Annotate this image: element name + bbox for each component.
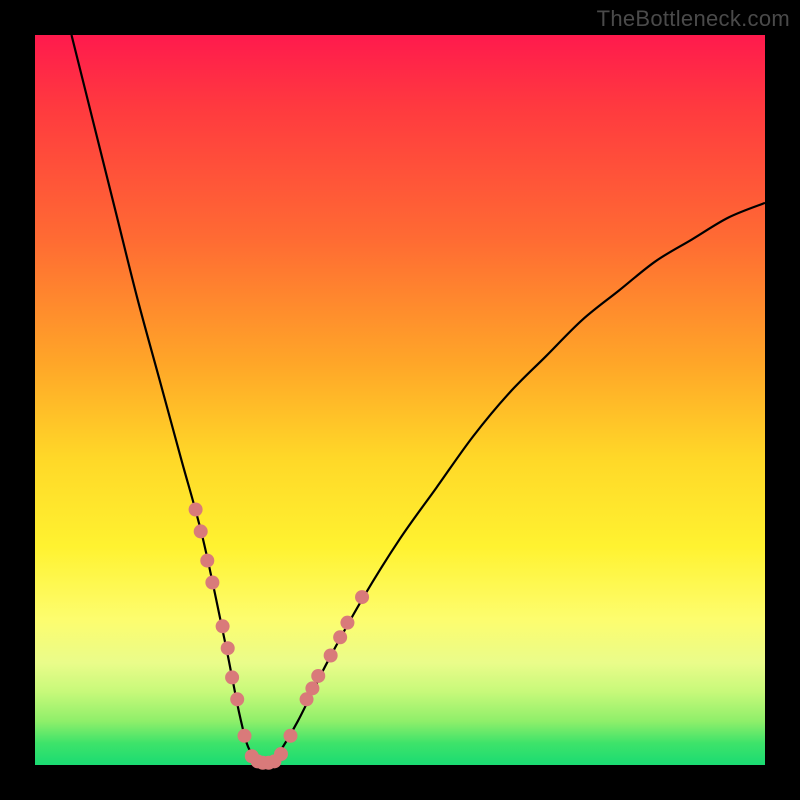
highlight-dot bbox=[230, 692, 244, 706]
highlight-dot bbox=[340, 616, 354, 630]
highlight-dot bbox=[284, 729, 298, 743]
highlight-dots bbox=[189, 503, 369, 770]
highlight-dot bbox=[311, 669, 325, 683]
highlight-dot bbox=[305, 681, 319, 695]
highlight-dot bbox=[238, 729, 252, 743]
highlight-dot bbox=[221, 641, 235, 655]
highlight-dot bbox=[194, 524, 208, 538]
highlight-dot bbox=[225, 670, 239, 684]
bottleneck-curve bbox=[72, 35, 766, 766]
highlight-dot bbox=[216, 619, 230, 633]
highlight-dot bbox=[205, 576, 219, 590]
highlight-dot bbox=[189, 503, 203, 517]
highlight-dot bbox=[355, 590, 369, 604]
highlight-dot bbox=[324, 649, 338, 663]
chart-frame: TheBottleneck.com bbox=[0, 0, 800, 800]
plot-area bbox=[35, 35, 765, 765]
watermark-text: TheBottleneck.com bbox=[597, 6, 790, 32]
highlight-dot bbox=[200, 554, 214, 568]
highlight-dot bbox=[274, 747, 288, 761]
curve-layer bbox=[35, 35, 765, 765]
highlight-dot bbox=[333, 630, 347, 644]
